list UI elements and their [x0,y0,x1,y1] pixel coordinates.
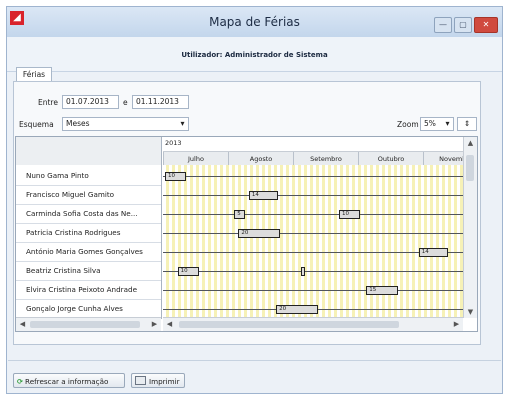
employee-name[interactable]: Patricia Cristina Rodrigues [26,224,158,242]
zoom-stepper[interactable]: ⇕ [457,117,477,131]
vacation-bar[interactable] [301,267,306,276]
printer-icon [135,376,146,385]
stepper-icon[interactable]: ⇕ [464,119,470,128]
window-controls: — ▢ ✕ [432,17,498,33]
zoom-select[interactable]: 5% ▾ [420,117,454,131]
vertical-scrollbar[interactable]: ▲ ▼ [463,137,477,318]
timeline-area[interactable]: 10 14 5 10 20 14 10 15 20 [163,165,463,319]
month-header: Julho Agosto Setembro Outubro Novembro [163,151,473,166]
date-to-field[interactable]: 01.11.2013 [132,95,189,109]
vacation-gantt: Nuno Gama Pinto Francisco Miguel Gamito Ca… [15,136,478,332]
title-bar: ◢ Mapa de Férias — ▢ ✕ [7,7,502,37]
timeline-row-line [163,271,463,272]
minimize-button[interactable]: — [434,17,452,33]
footer-divider [8,360,501,361]
scroll-left-icon[interactable]: ◀ [163,320,176,328]
year-label: 2013 [165,139,182,147]
scroll-right-icon[interactable]: ▶ [450,320,463,328]
vacation-bar[interactable]: 15 [366,286,398,295]
user-bar: Utilizador: Administrador de Sistema [7,37,502,72]
vacation-bar[interactable]: 5 [234,210,245,219]
scheme-label: Esquema [19,120,54,129]
print-label: Imprimir [149,377,180,386]
employee-name[interactable]: Gonçalo Jorge Cunha Alves [26,300,158,318]
zoom-value: 5% [424,119,436,128]
employee-name[interactable]: António Maria Gomes Gonçalves [26,243,158,261]
timeline-row-line [163,176,463,177]
names-horizontal-scrollbar[interactable]: ◀ ▶ [16,317,161,331]
names-scroll-thumb[interactable] [30,321,140,328]
employee-name[interactable]: Nuno Gama Pinto [26,167,158,185]
employee-name[interactable]: Beatriz Cristina Silva [26,262,158,280]
employee-name[interactable]: Carminda Sofia Costa das Ne... [26,205,158,223]
refresh-icon: ⟳ [17,377,24,386]
timeline-row-line [163,214,463,215]
vacation-bar[interactable]: 10 [165,172,186,181]
vacation-bar[interactable]: 14 [418,248,449,257]
refresh-label: Refrescar a informação [25,377,109,386]
month-label: Setembro [293,152,358,166]
scroll-down-icon[interactable]: ▼ [464,308,477,316]
timeline-scroll-thumb[interactable] [179,321,399,328]
scheme-value: Meses [66,119,90,128]
timeline-row-line [163,290,463,291]
user-label: Utilizador: Administrador de Sistema [181,51,328,59]
timeline-row-line [163,233,463,234]
month-label: Agosto [228,152,293,166]
maximize-button[interactable]: ▢ [454,17,472,33]
vacation-bar[interactable]: 14 [248,191,279,200]
chevron-down-icon[interactable]: ▾ [178,119,187,129]
timeline-horizontal-scrollbar[interactable]: ◀ ▶ [163,317,463,331]
scroll-left-icon[interactable]: ◀ [16,320,29,328]
vacation-bar[interactable]: 10 [339,210,360,219]
month-label: Outubro [358,152,423,166]
vacation-bar[interactable]: 20 [238,229,281,238]
print-button[interactable]: Imprimir [131,373,185,388]
employee-name[interactable]: Francisco Miguel Gamito [26,186,158,204]
chevron-down-icon[interactable]: ▾ [443,119,452,129]
between-label: Entre [38,98,58,107]
vacation-bar[interactable]: 20 [276,305,319,314]
close-button[interactable]: ✕ [474,17,498,33]
names-header [16,137,162,165]
scheme-select[interactable]: Meses ▾ [62,117,189,131]
vertical-scroll-thumb[interactable] [466,155,474,181]
date-from-field[interactable]: 01.07.2013 [62,95,119,109]
and-label: e [123,98,128,107]
refresh-button[interactable]: ⟳ Refrescar a informação [13,373,125,388]
employee-name[interactable]: Elvira Cristina Peixoto Andrade [26,281,158,299]
window-title: Mapa de Férias [209,15,300,29]
tab-ferias[interactable]: Férias [16,67,52,82]
vacation-bar[interactable]: 10 [177,267,199,276]
scroll-right-icon[interactable]: ▶ [148,320,161,328]
employee-list: Nuno Gama Pinto Francisco Miguel Gamito Ca… [16,165,162,319]
zoom-label: Zoom [397,120,419,129]
month-label: Julho [163,152,228,166]
scroll-up-icon[interactable]: ▲ [464,139,477,147]
timeline-row-line [163,195,463,196]
